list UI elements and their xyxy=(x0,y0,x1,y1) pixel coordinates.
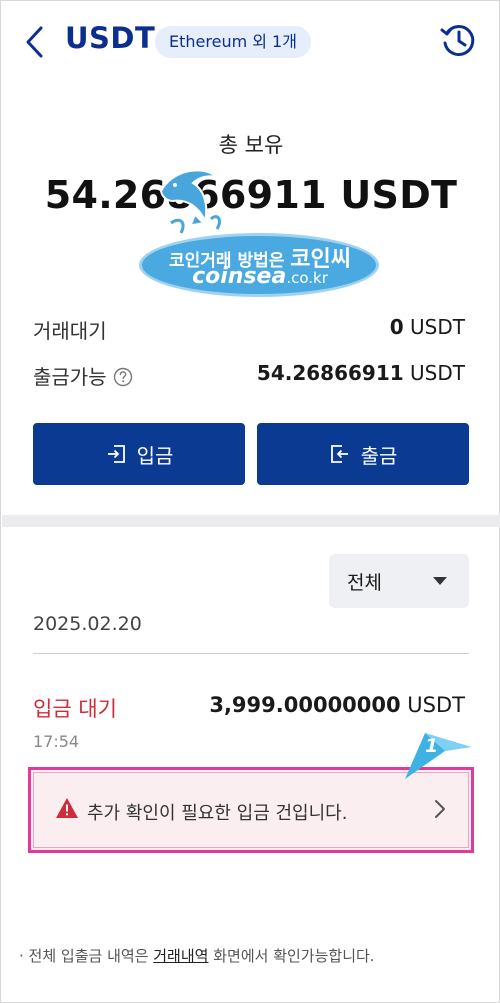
sign-out-icon xyxy=(330,445,348,463)
transaction-history-link[interactable]: 거래내역 xyxy=(153,947,208,965)
step-number-badge: 1 xyxy=(425,735,439,757)
history-date: 2025.02.20 xyxy=(33,613,142,635)
network-badge[interactable]: Ethereum 외 1개 xyxy=(155,26,311,58)
chevron-left-icon[interactable] xyxy=(21,25,51,59)
caret-down-icon xyxy=(433,577,447,585)
filter-selected-value: 전체 xyxy=(347,571,382,594)
transaction-time: 17:54 xyxy=(33,732,80,751)
sign-in-icon xyxy=(107,445,125,463)
chevron-right-icon xyxy=(435,800,445,818)
warning-icon xyxy=(56,798,78,818)
transaction-amount: 3,999.00000000 USDT xyxy=(209,693,465,717)
withdraw-button-label: 출금 xyxy=(360,443,398,468)
date-divider xyxy=(33,653,469,654)
transaction-status: 입금 대기 xyxy=(33,697,117,721)
section-divider xyxy=(2,515,500,527)
withdrawable-label: 출금가능 xyxy=(33,361,133,390)
question-circle-icon[interactable] xyxy=(113,367,133,387)
watermark-domain: coinsea.co.kr xyxy=(192,264,328,289)
deposit-button[interactable]: 입금 xyxy=(33,423,245,485)
pending-trade-value: 0 USDT xyxy=(389,315,465,339)
withdraw-button[interactable]: 출금 xyxy=(257,423,469,485)
app-frame: USDT Ethereum 외 1개 총 보유 54.26866911 USDT… xyxy=(0,0,500,1003)
dolphin-logo-icon xyxy=(159,169,221,234)
footer-note: · 전체 입출금 내역은 거래내역 화면에서 확인가능합니다. xyxy=(19,947,375,965)
coinsea-watermark: 코인거래 방법은 코인씨 coinsea.co.kr xyxy=(137,163,383,303)
notice-text: 추가 확인이 필요한 입금 건입니다. xyxy=(87,803,348,824)
withdrawable-value: 54.26866911 USDT xyxy=(256,361,465,385)
history-clock-icon[interactable] xyxy=(439,21,477,59)
deposit-button-label: 입금 xyxy=(136,443,174,468)
history-filter-dropdown[interactable]: 전체 xyxy=(329,554,469,608)
page-title: USDT xyxy=(65,21,156,55)
pending-trade-label: 거래대기 xyxy=(33,319,107,343)
total-holdings-label: 총 보유 xyxy=(218,133,284,157)
